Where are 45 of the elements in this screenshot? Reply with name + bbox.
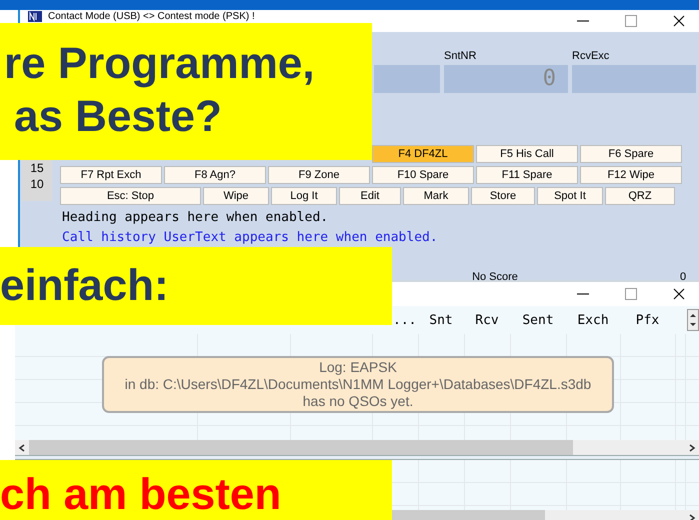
- function-key-button[interactable]: F6 Spare: [580, 145, 682, 163]
- function-key-button[interactable]: F8 Agn?: [164, 166, 266, 184]
- input-field[interactable]: [572, 65, 696, 93]
- action-button[interactable]: QRZ: [605, 187, 675, 205]
- function-key-button[interactable]: F10 Spare: [372, 166, 474, 184]
- column-header[interactable]: ...: [393, 312, 418, 328]
- line-number: 15: [30, 161, 44, 175]
- column-header[interactable]: Exch: [566, 312, 620, 328]
- column-header[interactable]: Snt: [418, 312, 464, 328]
- maximize-icon[interactable]: [625, 288, 637, 300]
- log-message: Log: EAPSK in db: C:\Users\DF4ZL\Documents\N1MM Logger+\Databases\DF4ZL.s3db has no QSOs yet.: [102, 356, 614, 413]
- field-label: SntNR: [444, 50, 478, 63]
- column-header[interactable]: Rcv: [464, 312, 510, 328]
- action-button[interactable]: Wipe: [203, 187, 269, 205]
- action-button[interactable]: Spot It: [537, 187, 603, 205]
- banner-text: as Beste?: [13, 91, 223, 143]
- input-field[interactable]: [374, 65, 440, 93]
- heading-text: Heading appears here when enabled.: [62, 210, 330, 225]
- close-icon[interactable]: [673, 288, 685, 300]
- scrollbar-thumb[interactable]: [29, 440, 573, 455]
- action-button[interactable]: Mark: [403, 187, 469, 205]
- scroll-arrows-icon[interactable]: [687, 309, 699, 331]
- function-key-button[interactable]: F12 Wipe: [580, 166, 682, 184]
- function-key-button[interactable]: F9 Zone: [268, 166, 370, 184]
- score-value: 0: [680, 271, 686, 283]
- field-label: RcvExc: [572, 50, 610, 63]
- user-text: Call history UserText appears here when enabled.: [62, 230, 439, 245]
- close-icon[interactable]: [673, 15, 685, 27]
- line-number: 10: [30, 177, 44, 191]
- banner-text: einfach:: [0, 260, 170, 312]
- action-button[interactable]: Esc: Stop: [60, 187, 201, 205]
- action-button[interactable]: Edit: [339, 187, 401, 205]
- column-header[interactable]: Pfx: [620, 312, 675, 328]
- function-key-button[interactable]: F5 His Call: [476, 145, 578, 163]
- function-key-button[interactable]: F11 Spare: [476, 166, 578, 184]
- action-button[interactable]: Log It: [271, 187, 337, 205]
- action-button[interactable]: Store: [471, 187, 535, 205]
- banner-text: re Programme,: [3, 38, 316, 90]
- maximize-icon[interactable]: [625, 15, 637, 27]
- function-key-button[interactable]: F4 DF4ZL: [372, 145, 474, 163]
- function-key-button[interactable]: F7 Rpt Exch: [60, 166, 162, 184]
- score-status: No Score: [471, 271, 519, 283]
- column-header[interactable]: Sent: [510, 312, 566, 328]
- banner-text: ch am besten: [0, 469, 282, 520]
- window-title: Contact Mode (USB) <> Contest mode (PSK) !: [48, 11, 256, 22]
